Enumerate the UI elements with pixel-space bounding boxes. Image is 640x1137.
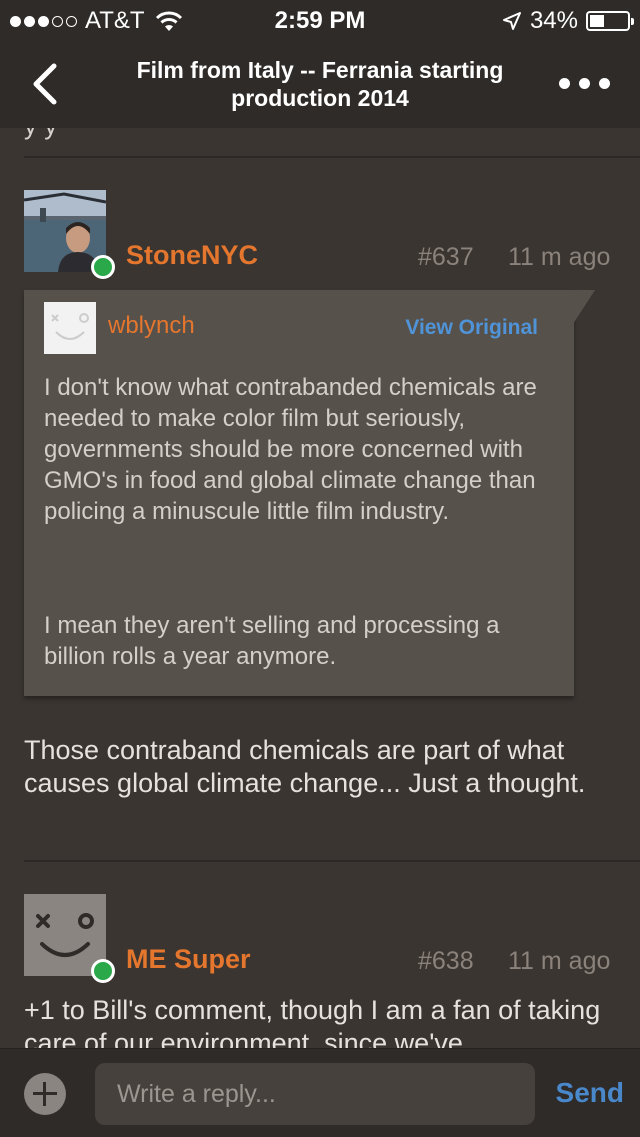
- nav-bar: Film from Italy -- Ferrania starting pro…: [0, 40, 640, 128]
- quote-corner: [573, 290, 595, 324]
- post-username[interactable]: StoneNYC: [126, 240, 258, 271]
- back-arrow-icon[interactable]: [28, 62, 68, 106]
- reply-bar: Send: [0, 1048, 640, 1137]
- battery-icon: [586, 11, 634, 31]
- thread-title: Film from Italy -- Ferrania starting pro…: [136, 57, 504, 111]
- post-number[interactable]: #638: [418, 947, 474, 976]
- post-username[interactable]: ME Super: [126, 944, 251, 975]
- post-number[interactable]: #637: [418, 243, 474, 272]
- more-options-icon[interactable]: [559, 78, 610, 89]
- location-arrow-icon: [502, 12, 521, 30]
- reply-input[interactable]: [95, 1063, 535, 1125]
- divider: [24, 156, 640, 158]
- divider: [24, 860, 640, 862]
- add-attachment-icon[interactable]: [24, 1073, 66, 1115]
- default-avatar-icon: [44, 302, 96, 354]
- battery-percent: 34%: [529, 7, 578, 34]
- online-status-icon: [91, 255, 115, 279]
- quote-username[interactable]: wblynch: [108, 312, 195, 340]
- post-time: 11 m ago: [508, 243, 611, 271]
- status-right-group: 34%: [502, 7, 634, 35]
- quote-block: wblynch View Original I don't know what …: [24, 290, 574, 696]
- post-feed[interactable]: y y StoneNYC #637 11 m ago wblynch: [0, 128, 640, 1048]
- post-body: Those contraband chemicals are part of w…: [24, 735, 586, 798]
- post-time: 11 m ago: [508, 947, 611, 975]
- send-button[interactable]: Send: [556, 1077, 624, 1109]
- online-status-icon: [91, 959, 115, 983]
- previous-post-text: y y: [24, 128, 57, 141]
- quote-paragraph: I mean they aren't selling and processin…: [44, 612, 500, 670]
- view-original-link[interactable]: View Original: [405, 316, 538, 340]
- status-bar: AT&T 2:59 PM 34%: [0, 0, 640, 40]
- quote-paragraph: I don't know what contrabanded chemicals…: [44, 374, 537, 525]
- post-body: +1 to Bill's comment, though I am a fan …: [24, 995, 601, 1048]
